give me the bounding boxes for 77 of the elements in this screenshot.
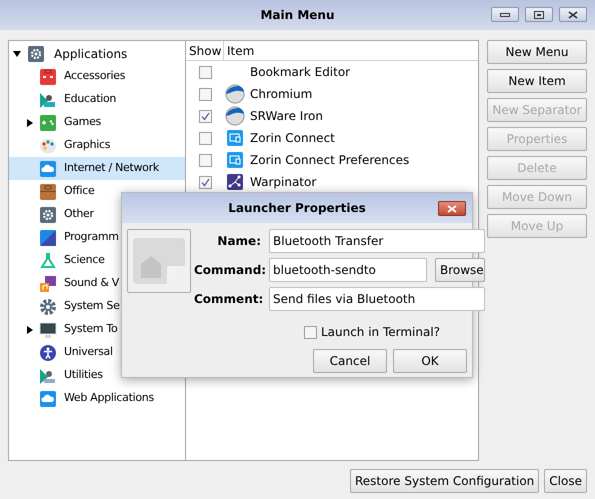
gear-icon xyxy=(39,206,57,224)
column-header[interactable]: Show xyxy=(186,41,224,60)
checkbox[interactable] xyxy=(198,66,212,78)
expander-icon[interactable] xyxy=(26,118,34,126)
tree-item[interactable]: Web Applications xyxy=(9,387,185,410)
text-field[interactable]: Send files via Bluetooth xyxy=(269,287,485,311)
checkbox[interactable] xyxy=(198,110,212,122)
dialog-button[interactable]: OK xyxy=(393,349,467,373)
maximize-button[interactable] xyxy=(525,7,553,22)
code-icon xyxy=(39,228,57,246)
toolbox-icon xyxy=(39,68,57,86)
item-label[interactable]: Chromium xyxy=(250,85,312,103)
browse-button[interactable]: Browse xyxy=(435,258,485,282)
globe-icon xyxy=(225,84,245,104)
cloud-icon xyxy=(39,160,57,178)
field-label: Comment: xyxy=(194,291,261,308)
field-label: Name: xyxy=(216,233,261,250)
tree-item[interactable]: Programm xyxy=(9,226,185,249)
checkbox[interactable] xyxy=(198,176,212,188)
dialog-button[interactable]: Close xyxy=(544,469,587,493)
globe-icon xyxy=(225,106,245,126)
checkbox[interactable] xyxy=(198,132,212,144)
action-button[interactable]: New Menu xyxy=(487,40,587,64)
item-label[interactable]: Zorin Connect Preferences xyxy=(250,151,410,169)
text-field[interactable]: bluetooth-sendto xyxy=(269,258,427,282)
close-icon xyxy=(568,10,578,18)
devices-icon xyxy=(226,129,244,147)
tree-item[interactable]: Applications xyxy=(9,42,185,65)
palette-icon xyxy=(39,136,57,154)
tree-item[interactable]: Internet / Network xyxy=(9,157,185,180)
flask-icon xyxy=(39,252,57,270)
checkbox[interactable] xyxy=(304,326,317,338)
close-icon xyxy=(447,204,457,212)
window-title: Main Menu xyxy=(260,7,335,24)
tree-item[interactable]: Other xyxy=(9,203,185,226)
checkbox[interactable] xyxy=(198,88,212,100)
dialog-title: Launcher Properties xyxy=(228,200,366,217)
tree-item[interactable]: Graphics xyxy=(9,134,185,157)
dialog-button[interactable]: Cancel xyxy=(313,349,387,373)
tree-item[interactable]: Accessories xyxy=(9,65,185,88)
expander-icon[interactable] xyxy=(26,326,34,334)
expander-icon[interactable] xyxy=(13,50,21,58)
item-label[interactable]: Bookmark Editor xyxy=(250,63,350,81)
tree-item[interactable]: Education xyxy=(9,88,185,111)
briefcase-icon xyxy=(39,182,57,200)
cloud-icon xyxy=(39,390,57,408)
gamepad-icon xyxy=(39,114,57,132)
tree-item[interactable]: Office xyxy=(9,180,185,203)
maximize-icon xyxy=(534,10,544,18)
tree-item[interactable]: System Se xyxy=(9,295,185,318)
devices-icon xyxy=(226,151,244,169)
minimize-icon xyxy=(500,12,510,16)
item-label[interactable]: Warpinator xyxy=(250,173,316,191)
tree-item[interactable]: Universal xyxy=(9,341,185,364)
checkbox[interactable] xyxy=(198,154,212,166)
tree-item[interactable]: System To xyxy=(9,318,185,341)
item-label[interactable]: Zorin Connect xyxy=(250,129,335,147)
monitor-icon xyxy=(39,320,57,338)
tree-item[interactable]: Sound & V xyxy=(9,272,185,295)
network-icon xyxy=(226,173,244,191)
gear-icon xyxy=(39,298,57,316)
checkbox-label[interactable]: Launch in Terminal? xyxy=(320,323,440,341)
minimize-button[interactable] xyxy=(491,7,519,22)
item-label[interactable]: SRWare Iron xyxy=(250,107,323,125)
accessibility-icon xyxy=(39,344,57,362)
gear-icon xyxy=(27,44,45,62)
tree-item[interactable]: Utilities xyxy=(9,364,185,387)
dialog-button[interactable]: Restore System Configuration xyxy=(350,469,540,493)
text-field[interactable]: Bluetooth Transfer xyxy=(269,229,485,253)
close-button[interactable] xyxy=(438,201,466,216)
tree-item[interactable]: Science xyxy=(9,249,185,272)
action-button[interactable]: New Item xyxy=(487,69,587,93)
column-header[interactable]: Item xyxy=(224,41,478,60)
close-button[interactable] xyxy=(559,7,587,22)
image-placeholder-icon xyxy=(133,238,185,284)
music-icon xyxy=(39,274,57,292)
tree-item[interactable]: Games xyxy=(9,111,185,134)
